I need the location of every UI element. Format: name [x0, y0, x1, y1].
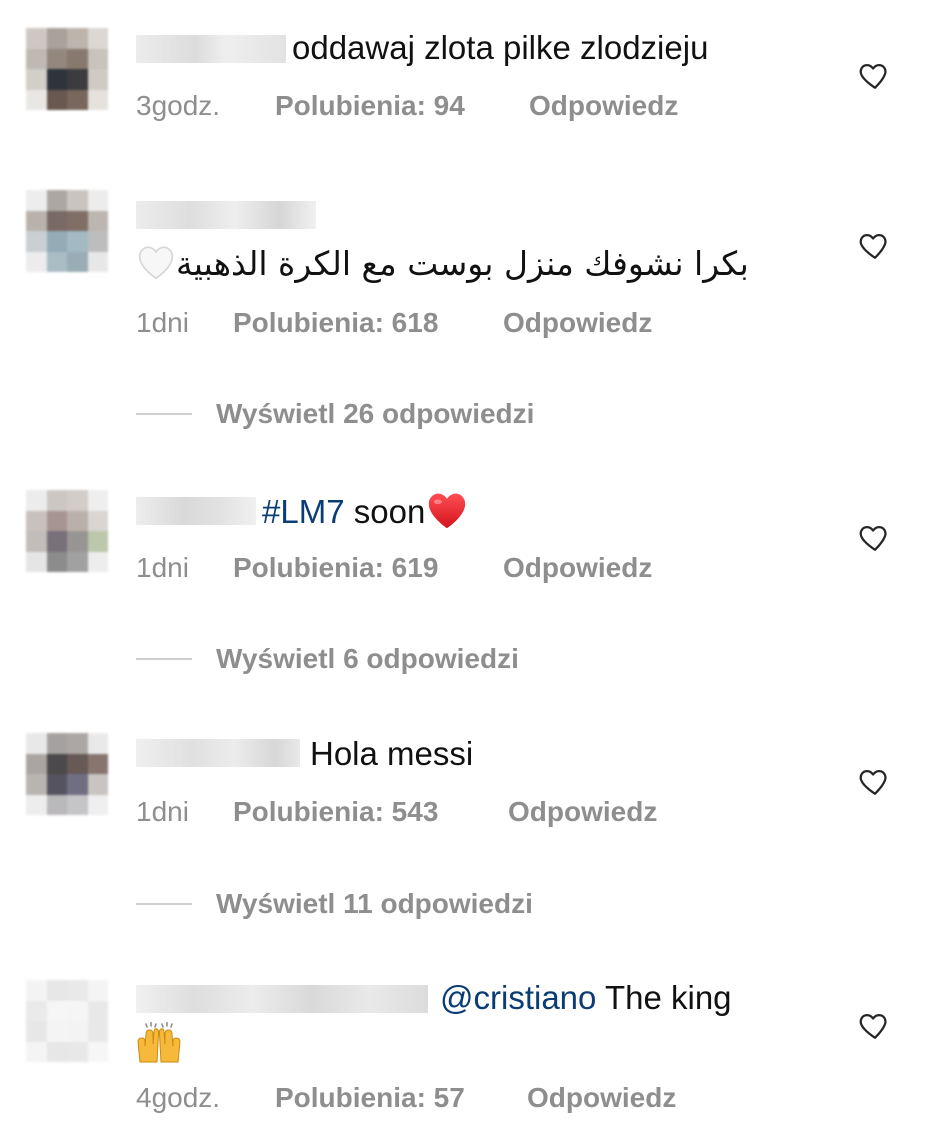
likes-count[interactable]: Polubienia: 94	[275, 90, 529, 122]
reply-button[interactable]: Odpowiedz	[503, 552, 652, 584]
like-heart-icon[interactable]	[858, 228, 892, 262]
avatar[interactable]	[26, 190, 108, 272]
comment-time: 1dni	[136, 796, 189, 827]
comment-meta: 4godz. Polubienia: 57 Odpowiedz	[136, 1082, 676, 1114]
comment-text: بكرا نشوفك منزل بوست مع الكرة الذهبية	[136, 244, 749, 289]
comment-meta: 1dni Polubienia: 618 Odpowiedz	[136, 307, 652, 339]
replies-divider	[136, 903, 192, 905]
comment-text: oddawaj zlota pilke zlodzieju	[292, 29, 709, 66]
view-replies-label: Wyświetl 6 odpowiedzi	[216, 643, 519, 674]
avatar[interactable]	[26, 733, 108, 815]
comment-time: 1dni	[136, 307, 189, 338]
view-replies-button[interactable]: Wyświetl 11 odpowiedzi	[136, 888, 533, 920]
likes-count[interactable]: Polubienia: 619	[233, 552, 503, 584]
raised-hands-icon	[136, 1021, 182, 1064]
like-heart-icon[interactable]	[858, 58, 892, 92]
username-blurred[interactable]	[136, 32, 286, 66]
comment-body: soon	[353, 493, 426, 531]
reply-button[interactable]: Odpowiedz	[527, 1082, 676, 1114]
comment-text: #LM7 soon	[262, 490, 469, 539]
comment-time: 1dni	[136, 552, 189, 583]
replies-divider	[136, 658, 192, 660]
reply-button[interactable]: Odpowiedz	[529, 90, 678, 122]
avatar[interactable]	[26, 28, 108, 110]
avatar[interactable]	[26, 490, 108, 572]
comment-time: 4godz.	[136, 1082, 221, 1113]
likes-count[interactable]: Polubienia: 57	[275, 1082, 527, 1114]
like-heart-icon[interactable]	[858, 1008, 892, 1042]
username-blurred[interactable]	[136, 736, 300, 770]
reply-button[interactable]: Odpowiedz	[503, 307, 652, 339]
reply-button[interactable]: Odpowiedz	[508, 796, 657, 828]
view-replies-label: Wyświetl 11 odpowiedzi	[216, 888, 533, 919]
red-heart-icon	[425, 490, 469, 539]
hashtag-link[interactable]: #LM7	[262, 493, 345, 530]
like-heart-icon[interactable]	[858, 764, 892, 798]
comment-time: 3godz.	[136, 90, 221, 121]
view-replies-label: Wyświetl 26 odpowiedzi	[216, 398, 535, 429]
mention-link[interactable]: @cristiano	[440, 979, 596, 1016]
view-replies-button[interactable]: Wyświetl 6 odpowiedzi	[136, 643, 519, 675]
username-blurred[interactable]	[136, 198, 316, 232]
username-blurred[interactable]	[136, 494, 256, 528]
likes-count[interactable]: Polubienia: 618	[233, 307, 503, 339]
view-replies-button[interactable]: Wyświetl 26 odpowiedzi	[136, 398, 534, 430]
comment-text-arabic: بكرا نشوفك منزل بوست مع الكرة الذهبية	[176, 244, 749, 284]
comment-body: The king	[604, 979, 732, 1016]
comment-meta: 1dni Polubienia: 543 Odpowiedz	[136, 796, 657, 828]
username-blurred[interactable]	[136, 982, 428, 1016]
replies-divider	[136, 413, 192, 415]
like-heart-icon[interactable]	[858, 520, 892, 554]
comment-text: Hola messi	[310, 735, 474, 772]
avatar[interactable]	[26, 980, 108, 1062]
likes-count[interactable]: Polubienia: 543	[233, 796, 508, 828]
white-heart-icon	[136, 244, 176, 289]
comment-meta: 1dni Polubienia: 619 Odpowiedz	[136, 552, 652, 584]
comment-text: @cristiano The king	[440, 978, 732, 1018]
comment-meta: 3godz. Polubienia: 94 Odpowiedz	[136, 90, 678, 122]
